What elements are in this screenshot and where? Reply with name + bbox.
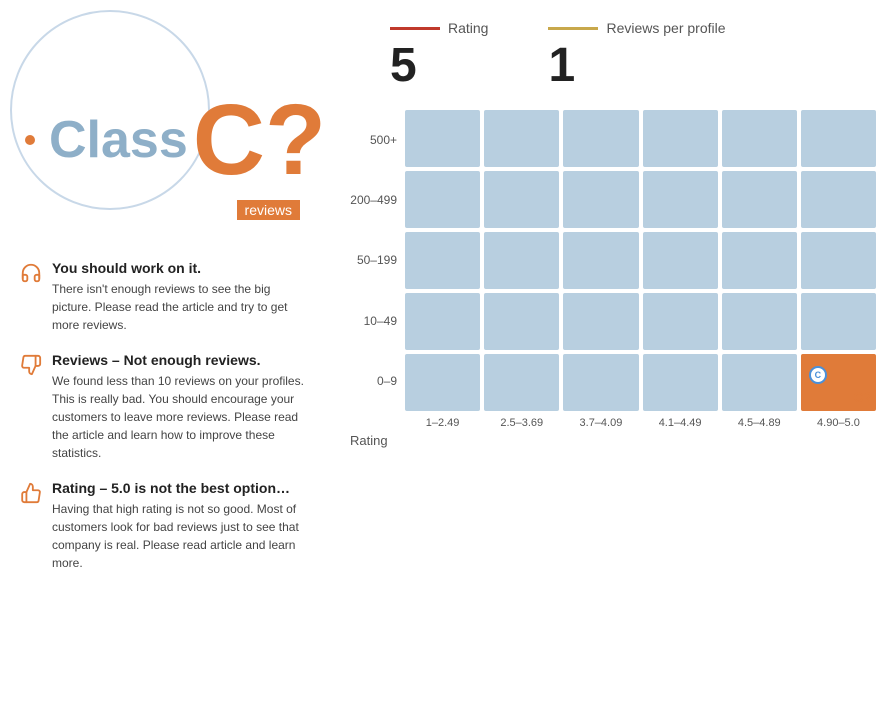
cell-0-5 [801,110,876,167]
grid-cells: C C? [405,110,876,411]
x-label-5: 4.90–5.0 [801,417,876,429]
reviews-per-profile-line [548,27,598,30]
cell-1-1 [484,171,559,228]
x-axis-rating-label: Rating [340,433,388,448]
grid-row-2 [405,232,876,289]
cell-2-3 [643,232,718,289]
cell-4-1 [484,354,559,411]
cell-4-2 [563,354,638,411]
x-label-4: 4.5–4.89 [722,417,797,429]
info-title-work-on-it: You should work on it. [52,260,310,276]
right-panel: Rating 5 Reviews per profile 1 500+ 200–… [330,0,896,711]
cell-0-0 [405,110,480,167]
cell-0-1 [484,110,559,167]
info-title-not-enough: Reviews – Not enough reviews. [52,352,310,368]
grid-area: 500+ 200–499 50–199 10–49 0–9 [340,110,876,448]
highlighted-dot: C [809,366,827,384]
cell-1-3 [643,171,718,228]
rating-label-text: Rating [448,20,488,36]
y-label-50: 50–199 [340,232,397,289]
cell-1-2 [563,171,638,228]
cell-3-0 [405,293,480,350]
class-header: Class C ? reviews [25,30,310,250]
thumbsup-icon [20,482,42,504]
info-title-rating-note: Rating – 5.0 is not the best option… [52,480,310,496]
x-label-0: 1–2.49 [405,417,480,429]
grid-row-4: C C? [405,354,876,411]
grid-row-0 [405,110,876,167]
cell-2-1 [484,232,559,289]
class-text: Class [49,110,188,170]
cell-1-0 [405,171,480,228]
class-letter: C [193,90,265,190]
y-label-500: 500+ [340,112,397,169]
x-axis: 1–2.49 2.5–3.69 3.7–4.09 4.1–4.49 4.5–4.… [340,417,876,429]
cell-1-4 [722,171,797,228]
grid-row-3 [405,293,876,350]
x-label-2: 3.7–4.09 [563,417,638,429]
cell-3-4 [722,293,797,350]
grid-container: 500+ 200–499 50–199 10–49 0–9 [340,110,876,411]
y-axis: 500+ 200–499 50–199 10–49 0–9 [340,110,405,411]
question-mark: ? [265,90,326,190]
reviews-per-profile-metric: Reviews per profile 1 [548,20,725,90]
rating-line [390,27,440,30]
cell-3-5 [801,293,876,350]
x-labels: 1–2.49 2.5–3.69 3.7–4.09 4.1–4.49 4.5–4.… [405,417,876,429]
x-axis-title: Rating [340,433,876,448]
cell-2-2 [563,232,638,289]
reviews-per-profile-label: Reviews per profile [548,20,725,36]
cell-overlay-label: C? [853,389,872,405]
rating-metric: Rating 5 [390,20,488,90]
info-desc-work-on-it: There isn't enough reviews to see the bi… [52,280,310,334]
cell-4-0 [405,354,480,411]
reviews-tag: reviews [237,200,300,220]
info-item-work-on-it: You should work on it. There isn't enoug… [20,260,310,334]
cell-0-3 [643,110,718,167]
cell-1-5 [801,171,876,228]
info-content-not-enough: Reviews – Not enough reviews. We found l… [52,352,310,462]
x-label-3: 4.1–4.49 [643,417,718,429]
rating-label: Rating [390,20,488,36]
rating-value: 5 [390,42,417,90]
y-label-0: 0–9 [340,352,397,409]
x-label-1: 2.5–3.69 [484,417,559,429]
info-item-rating-note: Rating – 5.0 is not the best option… Hav… [20,480,310,572]
metrics-row: Rating 5 Reviews per profile 1 [340,20,876,90]
y-label-10: 10–49 [340,292,397,349]
reviews-per-profile-label-text: Reviews per profile [606,20,725,36]
cell-4-5-highlighted: C C? [801,354,876,411]
cell-0-4 [722,110,797,167]
info-desc-rating-note: Having that high rating is not so good. … [52,500,310,572]
info-content-work-on-it: You should work on it. There isn't enoug… [52,260,310,334]
headset-icon [20,262,42,284]
dot-indicator [25,135,35,145]
cell-2-0 [405,232,480,289]
cell-2-4 [722,232,797,289]
grid-row-1 [405,171,876,228]
cell-3-2 [563,293,638,350]
info-content-rating-note: Rating – 5.0 is not the best option… Hav… [52,480,310,572]
cell-4-3 [643,354,718,411]
info-list: You should work on it. There isn't enoug… [20,260,310,572]
cell-4-4 [722,354,797,411]
thumbsdown-icon [20,354,42,376]
info-desc-not-enough: We found less than 10 reviews on your pr… [52,372,310,462]
info-item-not-enough: Reviews – Not enough reviews. We found l… [20,352,310,462]
left-panel: Class C ? reviews You should work on it.… [0,0,330,711]
y-label-200: 200–499 [340,172,397,229]
reviews-per-profile-value: 1 [548,42,575,90]
cell-0-2 [563,110,638,167]
cell-3-3 [643,293,718,350]
cell-2-5 [801,232,876,289]
cell-3-1 [484,293,559,350]
